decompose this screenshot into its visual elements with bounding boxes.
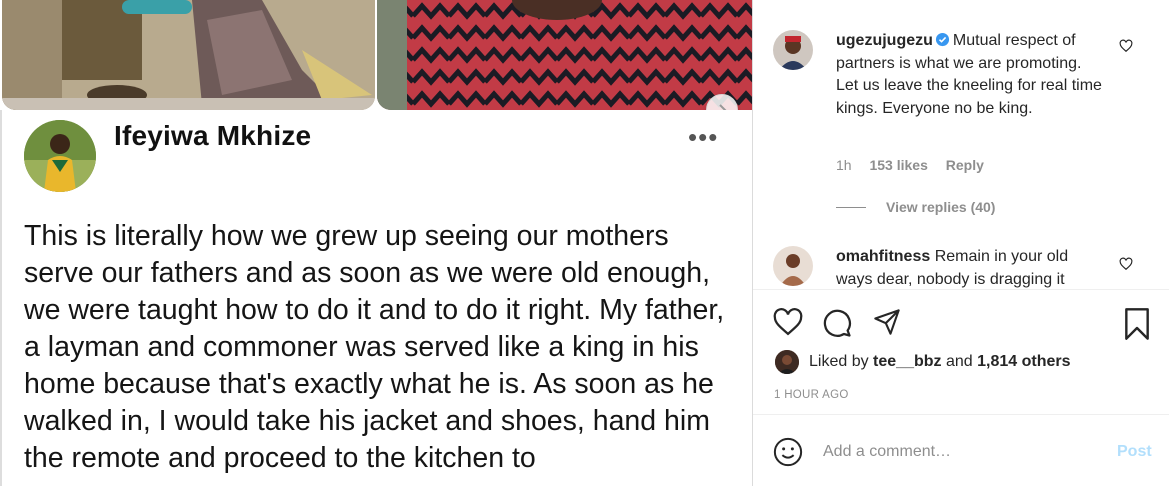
heart-icon[interactable]	[773, 308, 803, 336]
bookmark-icon[interactable]	[1123, 308, 1151, 340]
view-replies-button[interactable]: View replies (40)	[836, 199, 995, 215]
comments-panel: ugezujugezu Mutual respect of partners is…	[752, 0, 1169, 486]
photo-kneeling-woman	[2, 0, 375, 110]
comment-item: omahfitness Remain in your old ways dear…	[773, 246, 1163, 289]
add-comment-bar: Post	[753, 414, 1169, 487]
liked-by-row: Liked by tee__bbz and 1,814 others	[775, 350, 1071, 374]
commenter-avatar[interactable]	[773, 246, 813, 286]
verified-badge-icon	[935, 32, 949, 47]
post-text: This is literally how we grew up seeing …	[24, 220, 725, 474]
more-options-icon[interactable]: •••	[688, 122, 718, 153]
comment-likes[interactable]: 153 likes	[869, 157, 927, 173]
post-timestamp[interactable]: 1 HOUR AGO	[774, 389, 849, 401]
view-replies-label: View replies (40)	[886, 199, 996, 215]
reply-button[interactable]: Reply	[946, 157, 984, 173]
post-actions-bar	[753, 289, 1169, 350]
photo-strip	[0, 0, 752, 126]
liked-by-and: and	[945, 353, 973, 370]
comment-meta: 1h 153 likes Reply	[836, 157, 998, 173]
post-media: Ifeyiwa Mkhize ••• This is literally how…	[0, 0, 752, 486]
author-avatar	[24, 120, 96, 192]
comment-body: ugezujugezu Mutual respect of partners is…	[836, 30, 1104, 120]
likes-others-count[interactable]: 1,814 others	[977, 353, 1070, 371]
liker-avatar[interactable]	[775, 350, 799, 374]
liker-username[interactable]: tee__bbz	[873, 353, 941, 371]
commenter-avatar[interactable]	[773, 30, 813, 70]
comment-body: omahfitness Remain in your old ways dear…	[836, 246, 1104, 289]
add-comment-input[interactable]	[821, 437, 1105, 467]
comment-username[interactable]: omahfitness	[836, 248, 930, 265]
comment-username[interactable]: ugezujugezu	[836, 32, 933, 49]
comment-heart-icon[interactable]	[1119, 257, 1133, 271]
post-comment-button[interactable]: Post	[1117, 443, 1152, 461]
emoji-icon[interactable]	[773, 437, 803, 467]
comment-heart-icon[interactable]	[1119, 39, 1133, 53]
liked-by-prefix: Liked by	[809, 353, 869, 370]
replies-divider	[836, 206, 866, 208]
photo-red-patterned-shirt	[377, 0, 752, 110]
author-name[interactable]: Ifeyiwa Mkhize	[114, 120, 311, 152]
share-icon[interactable]	[872, 308, 902, 336]
facebook-post-screenshot: Ifeyiwa Mkhize ••• This is literally how…	[0, 110, 752, 486]
comment-time: 1h	[836, 157, 852, 173]
comment-icon[interactable]	[822, 308, 852, 338]
